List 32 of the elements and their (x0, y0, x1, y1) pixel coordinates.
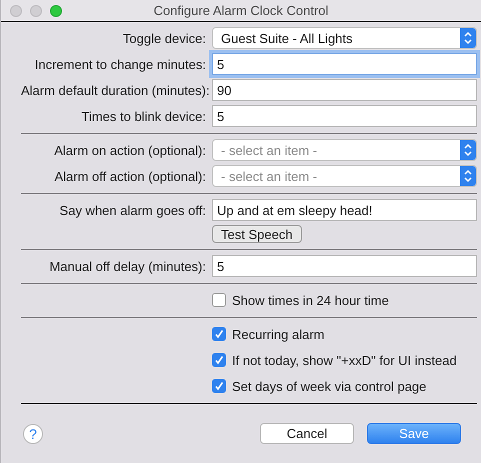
chevrons-icon (460, 28, 476, 48)
field-label: Alarm off action (optional): (54, 168, 207, 184)
cancel-button[interactable]: Cancel (260, 423, 354, 444)
close-button[interactable] (10, 5, 22, 17)
field-label: Alarm default duration (minutes): (21, 82, 211, 98)
checkbox-label: Set days of week via control page (232, 378, 426, 394)
minimize-button[interactable] (30, 5, 42, 17)
zoom-button[interactable] (50, 5, 62, 17)
input-field[interactable]: 5 (212, 255, 477, 277)
checkbox[interactable] (212, 353, 226, 367)
test-speech-button[interactable]: Test Speech (212, 225, 302, 243)
checkbox-label: If not today, show "+xxD" for UI instead (232, 352, 457, 368)
help-button[interactable]: ? (23, 424, 43, 444)
field-label: Times to blink device: (80, 108, 207, 124)
field-label: Increment to change minutes: (34, 56, 207, 72)
input-field[interactable]: 5 (212, 105, 477, 127)
dropdown[interactable]: Guest Suite - All Lights (212, 27, 477, 49)
field-label: Say when alarm goes off: (58, 202, 207, 218)
checkbox[interactable] (212, 293, 226, 307)
checkbox-label: Recurring alarm (232, 326, 324, 342)
field-label: Toggle device: (122, 30, 207, 46)
chevrons-icon (460, 140, 476, 160)
checkbox[interactable] (212, 379, 226, 393)
input-field[interactable]: 5 (212, 53, 477, 75)
field-label: Alarm on action (optional): (53, 142, 207, 158)
chevrons-icon (460, 166, 476, 186)
field-label: Manual off delay (minutes): (48, 258, 207, 274)
input-field[interactable]: 90 (212, 79, 477, 101)
checkbox[interactable] (212, 327, 226, 341)
input-field[interactable]: Up and at em sleepy head! (212, 199, 477, 221)
checkbox-label: Show times in 24 hour time (232, 292, 389, 308)
window-title: Configure Alarm Clock Control (154, 3, 328, 18)
